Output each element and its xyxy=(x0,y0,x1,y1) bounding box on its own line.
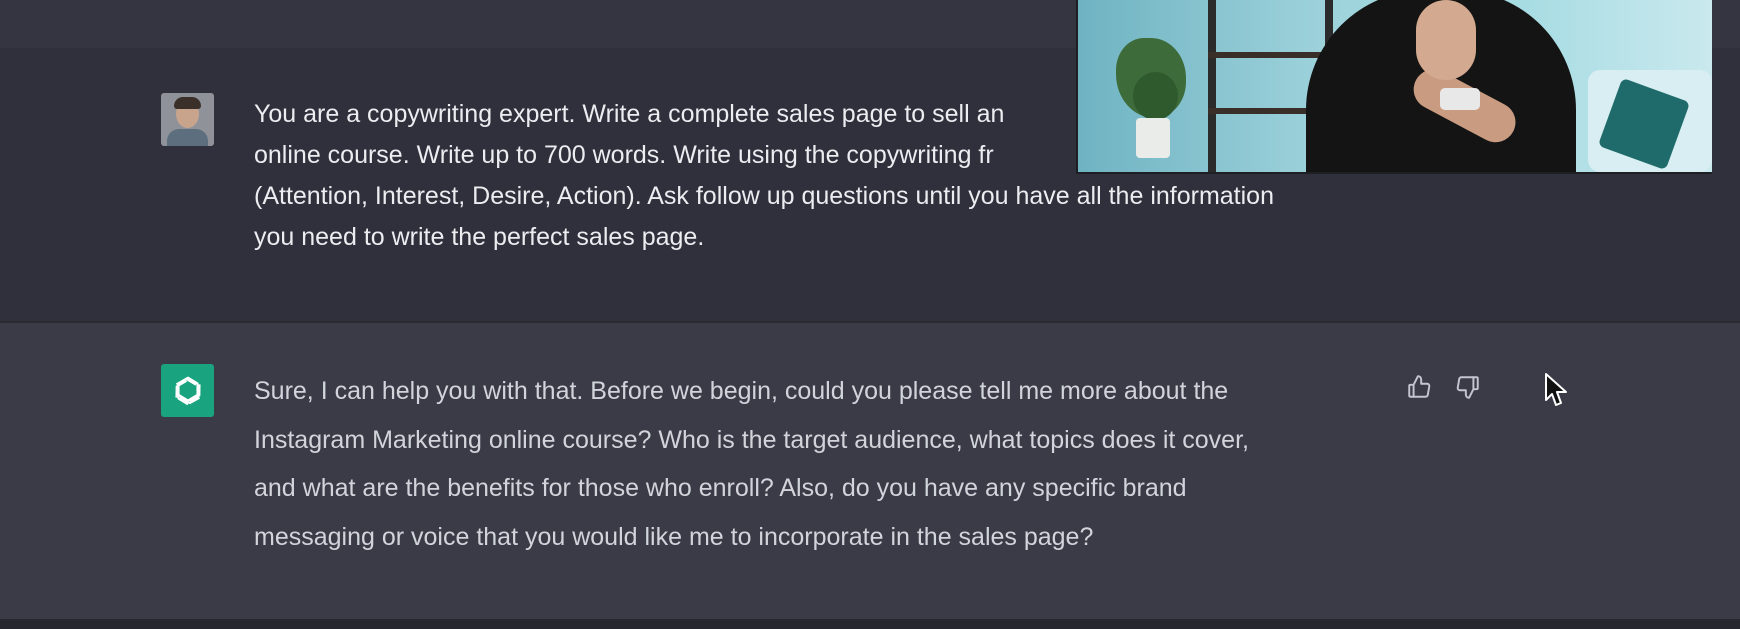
user-line: you need to write the perfect sales page… xyxy=(254,223,705,251)
user-line: (Attention, Interest, Desire, Action). A… xyxy=(254,182,1274,210)
thumbs-down-icon xyxy=(1456,376,1479,399)
thumbs-down-button[interactable] xyxy=(1452,372,1484,402)
mouse-cursor-icon xyxy=(1545,373,1567,406)
thumbs-up-button[interactable] xyxy=(1403,372,1435,402)
user-line: You are a copywriting expert. Write a co… xyxy=(254,100,1005,128)
assistant-message-text: Sure, I can help you with that. Before w… xyxy=(254,367,1384,561)
webcam-overlay xyxy=(1076,0,1712,174)
thumbs-up-icon xyxy=(1408,375,1431,398)
bottom-bar xyxy=(0,619,1740,629)
user-avatar xyxy=(161,93,214,146)
assistant-line: Instagram Marketing online course? Who i… xyxy=(254,425,1249,454)
openai-logo-icon xyxy=(161,364,214,417)
assistant-line: messaging or voice that you would like m… xyxy=(254,522,1094,551)
user-line: online course. Write up to 700 words. Wr… xyxy=(254,141,994,169)
assistant-line: Sure, I can help you with that. Before w… xyxy=(254,377,1229,405)
assistant-line: and what are the benefits for those who … xyxy=(254,474,1187,502)
